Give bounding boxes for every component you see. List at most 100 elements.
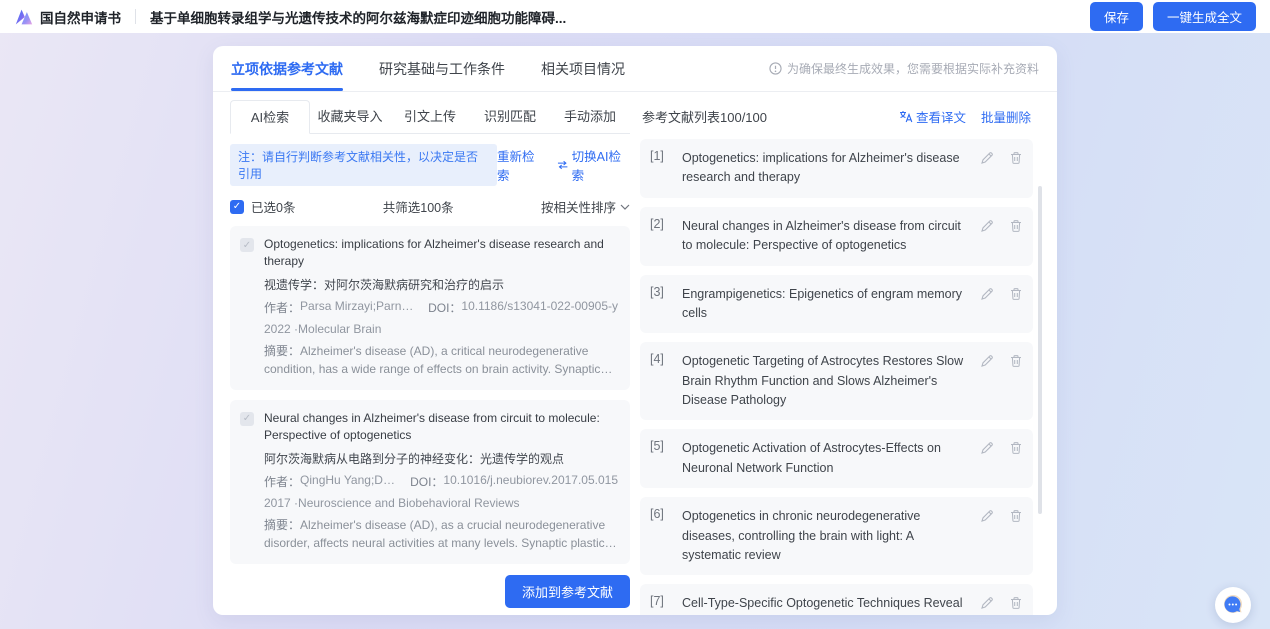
header-actions: 保存 一键生成全文 xyxy=(1089,2,1256,31)
tab-references[interactable]: 立项依据参考文献 xyxy=(231,46,343,91)
reference-row-actions xyxy=(980,352,1023,368)
item-title-zh: 阿尔茨海默病从电路到分子的神经变化：光遗传学的观点 xyxy=(264,451,565,466)
reference-row-actions xyxy=(980,439,1023,455)
delete-icon[interactable] xyxy=(1009,219,1023,233)
reference-row[interactable]: [3] Engrampigenetics: Epigenetics of eng… xyxy=(640,274,1033,334)
edit-icon[interactable] xyxy=(980,596,994,610)
abstract-label: 摘要： xyxy=(264,343,301,358)
delete-icon[interactable] xyxy=(1009,509,1023,523)
item-doi: 10.1186/s13041-022-00905-y xyxy=(461,298,618,313)
notice-banner: 为确保最终生成效果，您需要根据实际补充资料 xyxy=(769,60,1039,77)
authors-label: 作者： xyxy=(264,300,301,315)
reference-row[interactable]: [7] Cell-Type-Specific Optogenetic Techn… xyxy=(640,584,1033,615)
reference-title: Engrampigenetics: Epigenetics of engram … xyxy=(682,286,962,320)
reference-row-actions xyxy=(980,149,1023,165)
reference-index: [1] xyxy=(650,149,664,163)
app-header: 国自然申请书 基于单细胞转录组学与光遗传技术的阿尔兹海默症印迹细胞功能障碍...… xyxy=(0,0,1270,33)
chat-assistant-button[interactable] xyxy=(1215,587,1251,623)
item-abstract: 摘要：Alzheimer's disease (AD), a critical … xyxy=(264,343,601,377)
reference-list: [1] Optogenetics: implications for Alzhe… xyxy=(640,139,1033,615)
content: AI检索 收藏夹导入 引文上传 识别匹配 手动添加 注：请自行判断参考文献相关性… xyxy=(213,92,1057,615)
chevron-down-icon xyxy=(620,204,630,210)
item-year-journal: 2022 ·Molecular Brain xyxy=(264,321,382,336)
edit-icon[interactable] xyxy=(980,441,994,455)
reference-list-panel: 参考文献列表100/100 查看译文 批量删除 [1] Optogenetics… xyxy=(640,100,1043,615)
research-again-link[interactable]: 重新检索 xyxy=(497,146,544,184)
search-result-list: ✓ Optogenetics: implications for Alzheim… xyxy=(230,226,630,573)
reference-row[interactable]: [6] Optogenetics in chronic neurodegener… xyxy=(640,497,1033,576)
reference-list-actions: 查看译文 批量删除 xyxy=(899,107,1031,126)
reference-title: Optogenetics: implications for Alzheimer… xyxy=(682,151,960,185)
reference-row-actions xyxy=(980,507,1023,523)
reference-index: [4] xyxy=(650,352,664,367)
view-translation-link[interactable]: 查看译文 xyxy=(899,107,966,126)
reference-index: [7] xyxy=(650,594,664,609)
edit-icon[interactable] xyxy=(980,151,994,165)
left-footer: 添加到参考文献 xyxy=(230,573,630,615)
reference-row[interactable]: [4] Optogenetic Targeting of Astrocytes … xyxy=(640,342,1033,421)
authors-label: 作者： xyxy=(264,474,301,489)
sort-dropdown[interactable]: 按相关性排序 xyxy=(541,197,630,216)
filtered-count: 共筛选100条 xyxy=(382,201,454,215)
reference-index: [3] xyxy=(650,284,664,299)
reference-list-header: 参考文献列表100/100 查看译文 批量删除 xyxy=(640,100,1033,126)
app-logo: 国自然申请书 xyxy=(14,7,121,27)
reference-row-actions xyxy=(980,594,1023,610)
generate-fulltext-button[interactable]: 一键生成全文 xyxy=(1152,2,1256,31)
item-doi: 10.1016/j.neubiorev.2017.05.015 xyxy=(443,472,618,487)
reference-row[interactable]: [2] Neural changes in Alzheimer's diseas… xyxy=(640,206,1033,266)
item-checkbox[interactable]: ✓ xyxy=(240,411,254,426)
add-to-references-button[interactable]: 添加到参考文献 xyxy=(504,574,630,608)
tab-research-basis[interactable]: 研究基础与工作条件 xyxy=(379,46,505,91)
select-all-group: ✓ 已选0条 xyxy=(230,197,295,216)
item-authors: Parsa Mirzayi;Parnian Shobeiri... xyxy=(300,298,415,313)
delete-icon[interactable] xyxy=(1009,596,1023,610)
search-actions: 重新检索 切换AI检索 xyxy=(497,146,630,184)
app-logo-icon xyxy=(15,9,33,24)
reference-row[interactable]: [5] Optogenetic Activation of Astrocytes… xyxy=(640,429,1033,489)
subtab-recognize-match[interactable]: 识别匹配 xyxy=(470,100,550,133)
reference-list-title: 参考文献列表100/100 xyxy=(642,110,767,125)
select-all-checkbox[interactable]: ✓ xyxy=(230,199,244,214)
delete-icon[interactable] xyxy=(1009,354,1023,368)
subtab-manual-add[interactable]: 手动添加 xyxy=(550,100,630,133)
save-button[interactable]: 保存 xyxy=(1089,2,1143,31)
edit-icon[interactable] xyxy=(980,219,994,233)
delete-icon[interactable] xyxy=(1009,441,1023,455)
item-authors: QingHu Yang;Da Song;Hong Q... xyxy=(300,472,396,487)
edit-icon[interactable] xyxy=(980,354,994,368)
subtab-ai-search[interactable]: AI检索 xyxy=(230,100,310,134)
switch-ai-search-link[interactable]: 切换AI检索 xyxy=(557,146,630,184)
info-icon xyxy=(769,62,782,75)
abstract-label: 摘要： xyxy=(264,517,301,532)
delete-icon[interactable] xyxy=(1009,151,1023,165)
reference-title: Cell-Type-Specific Optogenetic Technique… xyxy=(682,596,963,611)
reference-row[interactable]: [1] Optogenetics: implications for Alzhe… xyxy=(640,139,1033,198)
edit-icon[interactable] xyxy=(980,287,994,301)
item-checkbox[interactable]: ✓ xyxy=(240,238,254,252)
swap-icon xyxy=(558,160,568,170)
doi-label: DOI： xyxy=(410,474,444,489)
subtab-citation-upload[interactable]: 引文上传 xyxy=(390,100,470,133)
reference-list-scrollbar[interactable] xyxy=(1038,186,1042,514)
subtab-favorites-import[interactable]: 收藏夹导入 xyxy=(310,100,390,133)
reference-title: Optogenetic Activation of Astrocytes-Eff… xyxy=(682,441,941,475)
notice-text: 为确保最终生成效果，您需要根据实际补充资料 xyxy=(786,62,1039,76)
relevance-note: 注：请自行判断参考文献相关性，以决定是否引用 xyxy=(230,144,498,186)
note-row: 注：请自行判断参考文献相关性，以决定是否引用 重新检索 切换AI检索 xyxy=(230,144,630,186)
chat-bubble-icon xyxy=(1224,595,1243,614)
doi-label: DOI： xyxy=(428,300,462,315)
main-tabs: 立项依据参考文献 研究基础与工作条件 相关项目情况 xyxy=(231,46,625,91)
item-title: Optogenetics: implications for Alzheimer… xyxy=(264,237,604,269)
edit-icon[interactable] xyxy=(980,509,994,523)
batch-delete-link[interactable]: 批量删除 xyxy=(981,107,1031,126)
item-meta: 作者： QingHu Yang;Da Song;Hong Q... DOI： 1… xyxy=(264,473,618,490)
selected-count: 已选0条 xyxy=(251,201,296,215)
reference-row-actions xyxy=(980,217,1023,233)
translate-icon xyxy=(899,111,913,123)
delete-icon[interactable] xyxy=(1009,287,1023,301)
search-result-item[interactable]: ✓ Neural changes in Alzheimer's disease … xyxy=(230,399,630,564)
search-result-item[interactable]: ✓ Optogenetics: implications for Alzheim… xyxy=(230,226,630,390)
reference-title: Neural changes in Alzheimer's disease fr… xyxy=(682,218,961,253)
tab-related-projects[interactable]: 相关项目情况 xyxy=(541,46,625,91)
